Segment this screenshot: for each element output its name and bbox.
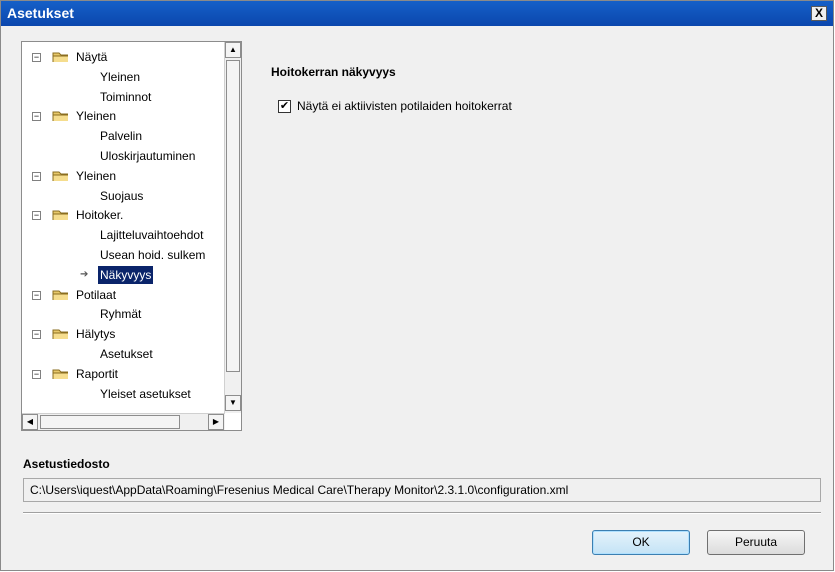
tree-leaf-label: Yleiset asetukset — [100, 386, 191, 401]
folder-icon — [52, 210, 68, 221]
close-icon: X — [814, 6, 823, 20]
folder-icon — [52, 369, 68, 379]
close-button[interactable]: X — [811, 6, 827, 21]
tree-leaf[interactable]: Yleiset asetukset — [22, 385, 222, 403]
arrow-down-icon: ▼ — [229, 398, 237, 407]
cancel-button[interactable]: Peruuta — [707, 530, 805, 555]
collapse-icon[interactable]: − — [32, 53, 41, 62]
separator — [23, 512, 821, 514]
tree-node-label: Hälytys — [76, 327, 116, 342]
tree-node-label: Yleinen — [76, 109, 117, 124]
tree-leaf-label: Asetukset — [100, 347, 153, 361]
tree-node[interactable]: − Raportit — [22, 365, 222, 383]
tree-node[interactable]: − Näytä — [22, 48, 222, 66]
title-bar[interactable]: Asetukset X — [1, 1, 833, 26]
settings-file-heading: Asetustiedosto — [23, 457, 110, 471]
tree-leaf-label: Palvelin — [100, 129, 143, 144]
tree-leaf-label: Näkyvyys — [98, 265, 154, 284]
folder-icon — [52, 111, 68, 122]
show-inactive-label[interactable]: Näytä ei aktiivisten potilaiden hoitoker… — [297, 99, 512, 113]
folder-icon — [52, 329, 68, 340]
scroll-left-button[interactable]: ◀ — [22, 414, 38, 430]
tree-leaf-label: Lajitteluvaihtoehdot — [100, 228, 204, 243]
tree-node[interactable]: − Yleinen — [22, 167, 222, 185]
tree-leaf[interactable]: Usean hoid. sulkem — [22, 246, 222, 264]
tree-node[interactable]: − Hoitoker. — [22, 206, 222, 224]
ok-button[interactable]: OK — [592, 530, 690, 555]
folder-icon — [52, 171, 68, 181]
arrow-right-icon: ▶ — [212, 417, 220, 426]
window-title: Asetukset — [7, 5, 74, 21]
arrow-left-icon: ◀ — [26, 417, 34, 426]
collapse-icon[interactable]: − — [32, 290, 41, 300]
section-title: Hoitokerran näkyvyys — [271, 65, 396, 79]
tree-leaf-label: Toiminnot — [100, 89, 152, 104]
tree-node-label: Näytä — [76, 50, 108, 64]
settings-file-path: C:\Users\iquest\AppData\Roaming\Freseniu… — [23, 478, 821, 502]
scroll-right-button[interactable]: ▶ — [208, 414, 224, 430]
tree-leaf[interactable]: Asetukset — [22, 345, 222, 363]
current-arrow-icon: ➔ — [80, 268, 89, 280]
tree-leaf[interactable]: Uloskirjautuminen — [22, 147, 222, 165]
tree-leaf-label: Usean hoid. sulkem — [100, 248, 206, 262]
tree-leaf-label: Yleinen — [100, 69, 141, 84]
tree-node[interactable]: − Potilaat — [22, 286, 222, 304]
tree-leaf[interactable]: Palvelin — [22, 127, 222, 145]
tree-node-label: Hoitoker. — [76, 208, 124, 223]
tree-node[interactable]: − Hälytys — [22, 325, 222, 343]
show-inactive-checkbox[interactable]: ✔ — [278, 100, 291, 113]
tree-leaf-label: Uloskirjautuminen — [100, 149, 196, 163]
tree-leaf[interactable]: Lajitteluvaihtoehdot — [22, 226, 222, 244]
folder-icon — [52, 290, 68, 300]
tree-leaf[interactable]: Yleinen — [22, 68, 222, 86]
tree-leaf[interactable]: Ryhmät — [22, 305, 222, 323]
tree-vertical-scrollbar[interactable]: ▲ ▼ — [224, 42, 241, 413]
checkmark-icon: ✔ — [279, 100, 290, 112]
arrow-up-icon: ▲ — [229, 45, 237, 54]
settings-dialog: Asetukset X − Näytä Yleinen Toiminnot − Ylein… — [0, 0, 834, 571]
collapse-icon[interactable]: − — [32, 112, 41, 122]
scroll-up-button[interactable]: ▲ — [225, 42, 241, 58]
tree-leaf[interactable]: ➔ Näkyvyys — [22, 265, 222, 284]
tree-leaf-label: Suojaus — [100, 188, 144, 203]
tree-node-label: Potilaat — [76, 287, 117, 302]
tree-horizontal-scrollbar[interactable]: ◀ ▶ — [22, 413, 225, 430]
tree-node[interactable]: − Yleinen — [22, 107, 222, 125]
folder-icon — [52, 52, 68, 62]
collapse-icon[interactable]: − — [32, 211, 41, 221]
scroll-down-button[interactable]: ▼ — [225, 395, 241, 411]
collapse-icon[interactable]: − — [32, 330, 41, 340]
collapse-icon[interactable]: − — [32, 369, 41, 379]
tree-node-label: Yleinen — [76, 168, 117, 183]
collapse-icon[interactable]: − — [32, 171, 41, 181]
horizontal-scroll-thumb[interactable] — [40, 415, 180, 429]
vertical-scroll-thumb[interactable] — [226, 60, 240, 372]
tree-leaf[interactable]: Toiminnot — [22, 88, 222, 106]
settings-tree[interactable]: − Näytä Yleinen Toiminnot − Yleinen Palvelin Ul… — [21, 41, 242, 431]
tree-leaf[interactable]: Suojaus — [22, 187, 222, 205]
tree-leaf-label: Ryhmät — [100, 307, 142, 322]
tree-node-label: Raportit — [76, 366, 119, 381]
